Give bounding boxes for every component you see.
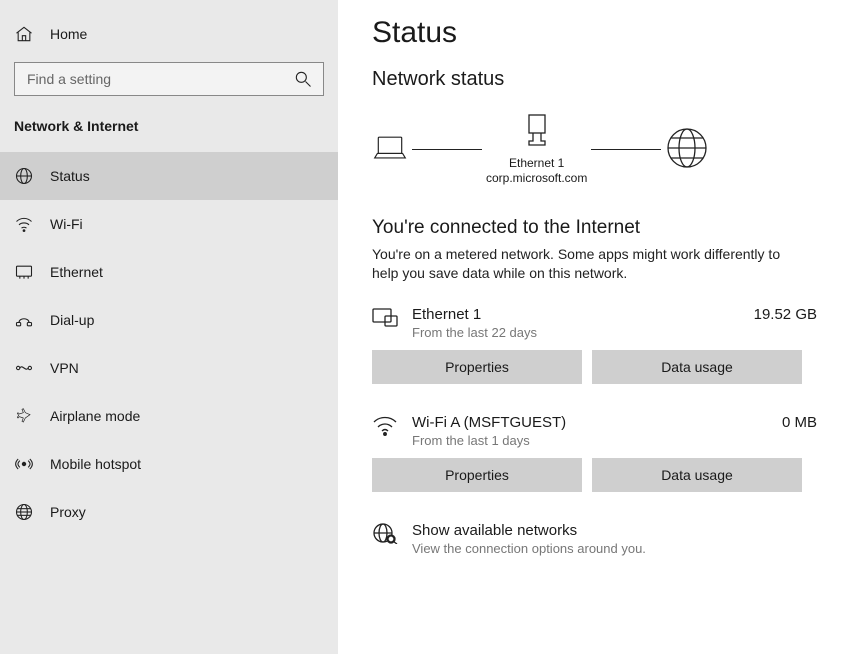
diagram-line	[412, 149, 482, 150]
sidebar-item-proxy[interactable]: Proxy	[0, 488, 338, 536]
sidebar-item-label: Airplane mode	[50, 408, 140, 424]
sidebar-item-status[interactable]: Status	[0, 152, 338, 200]
home-nav[interactable]: Home	[0, 14, 338, 54]
data-usage-button[interactable]: Data usage	[592, 458, 802, 492]
search-input[interactable]	[25, 70, 293, 88]
network-block-wifi: Wi-Fi A (MSFTGUEST) From the last 1 days…	[372, 414, 817, 492]
sidebar-item-ethernet[interactable]: Ethernet	[0, 248, 338, 296]
network-block-ethernet: Ethernet 1 From the last 22 days 19.52 G…	[372, 306, 817, 384]
page-title: Status	[372, 16, 817, 50]
diagram-conn-domain: corp.microsoft.com	[486, 171, 587, 187]
sidebar: Home Network & Internet Status Wi-Fi Eth…	[0, 0, 338, 654]
vpn-icon	[14, 358, 34, 378]
connected-heading: You're connected to the Internet	[372, 217, 817, 239]
search-container	[0, 54, 338, 110]
home-icon	[14, 24, 34, 44]
router-icon	[523, 113, 551, 152]
sidebar-item-vpn[interactable]: VPN	[0, 344, 338, 392]
ethernet-adapter-icon	[372, 306, 398, 331]
sidebar-item-label: VPN	[50, 360, 79, 376]
sidebar-item-hotspot[interactable]: Mobile hotspot	[0, 440, 338, 488]
network-name: Wi-Fi A (MSFTGUEST)	[412, 414, 768, 431]
wifi-adapter-icon	[372, 414, 398, 439]
globe-search-icon	[372, 522, 398, 547]
sidebar-item-label: Ethernet	[50, 264, 103, 280]
diagram-device: Ethernet 1 corp.microsoft.com	[486, 113, 587, 187]
main-content: Status Network status Ethernet 1 corp.mi…	[338, 0, 845, 654]
search-icon	[293, 69, 313, 89]
sidebar-item-label: Status	[50, 168, 90, 184]
sidebar-item-wifi[interactable]: Wi-Fi	[0, 200, 338, 248]
globe-icon	[14, 166, 34, 186]
sidebar-item-label: Dial-up	[50, 312, 94, 328]
sidebar-item-label: Wi-Fi	[50, 216, 83, 232]
section-heading: Network status	[372, 68, 817, 91]
show-available-title: Show available networks	[412, 522, 646, 539]
sidebar-item-label: Mobile hotspot	[50, 456, 141, 472]
show-available-networks[interactable]: Show available networks View the connect…	[372, 522, 817, 556]
sidebar-item-label: Proxy	[50, 504, 86, 520]
data-usage-button[interactable]: Data usage	[592, 350, 802, 384]
ethernet-icon	[14, 262, 34, 282]
airplane-icon	[14, 406, 34, 426]
diagram-conn-name: Ethernet 1	[509, 156, 564, 172]
network-sub: From the last 22 days	[412, 325, 740, 340]
proxy-icon	[14, 502, 34, 522]
sidebar-item-dialup[interactable]: Dial-up	[0, 296, 338, 344]
network-usage: 0 MB	[782, 414, 817, 431]
home-label: Home	[50, 26, 87, 42]
network-sub: From the last 1 days	[412, 433, 768, 448]
search-box[interactable]	[14, 62, 324, 96]
laptop-icon	[372, 133, 408, 166]
sidebar-item-airplane[interactable]: Airplane mode	[0, 392, 338, 440]
connected-desc: You're on a metered network. Some apps m…	[372, 245, 792, 284]
properties-button[interactable]: Properties	[372, 350, 582, 384]
section-title: Network & Internet	[0, 110, 338, 152]
show-available-desc: View the connection options around you.	[412, 541, 646, 556]
wifi-icon	[14, 214, 34, 234]
properties-button[interactable]: Properties	[372, 458, 582, 492]
network-usage: 19.52 GB	[754, 306, 817, 323]
network-name: Ethernet 1	[412, 306, 740, 323]
internet-globe-icon	[665, 126, 709, 173]
network-diagram: Ethernet 1 corp.microsoft.com	[372, 113, 817, 187]
hotspot-icon	[14, 454, 34, 474]
diagram-line	[591, 149, 661, 150]
dialup-icon	[14, 310, 34, 330]
